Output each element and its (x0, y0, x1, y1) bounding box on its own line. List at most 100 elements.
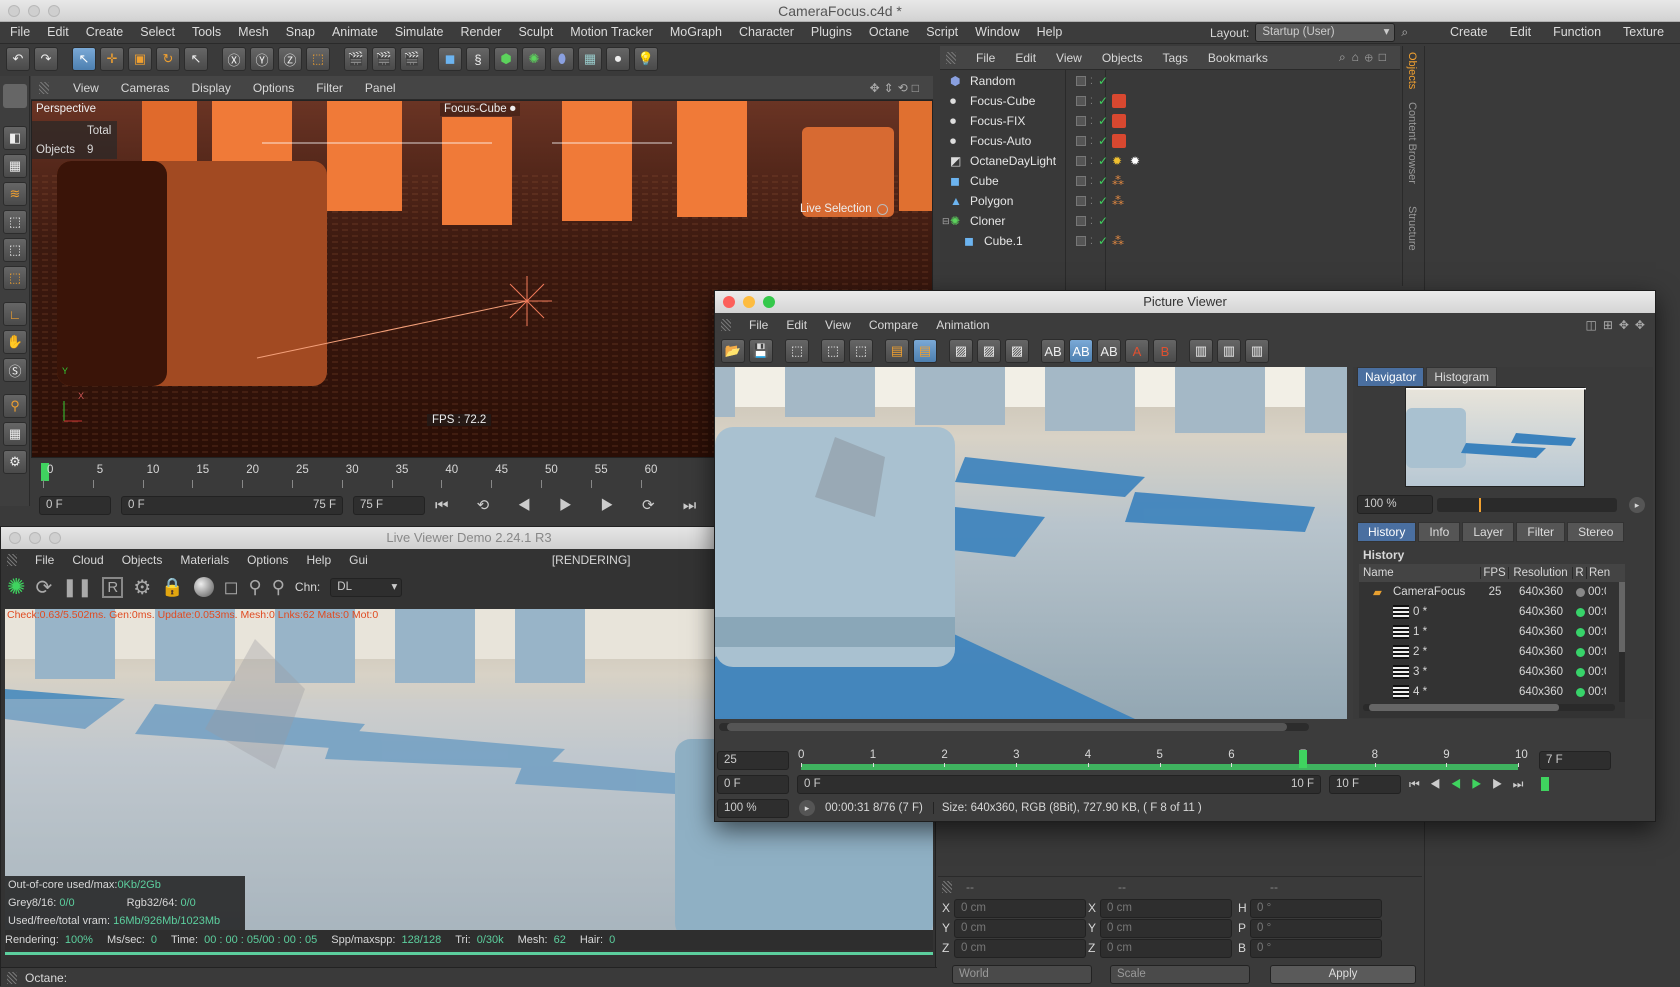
layer-icon[interactable] (1076, 96, 1086, 106)
object-row[interactable]: ◩ OctaneDayLight ⁚ ✓ ✹ ✹ (940, 151, 1370, 171)
pv-playhead[interactable] (1298, 750, 1307, 768)
workplane-icon[interactable]: ≋ (3, 182, 27, 206)
visibility-dots-icon[interactable]: ⁚ (1090, 76, 1093, 87)
om-menu-view[interactable]: View (1056, 51, 1082, 65)
coordinate-system-icon[interactable]: ⬚ (306, 47, 330, 71)
side-tab-structure[interactable]: Structure (1406, 206, 1418, 251)
visibility-dots-icon[interactable]: ⁚ (1090, 116, 1093, 127)
deformer-icon[interactable]: ⬮ (550, 47, 574, 71)
lv-menu-objects[interactable]: Objects (122, 553, 163, 567)
enabled-check-icon[interactable]: ✓ (1098, 94, 1108, 108)
menu-render[interactable]: Render (460, 25, 501, 39)
tab-layer[interactable]: Layer (1462, 522, 1515, 542)
world-dropdown[interactable]: World (952, 965, 1092, 984)
ab-off-icon[interactable]: AB (1097, 339, 1121, 363)
stereo-right-icon[interactable]: ▥ (1217, 339, 1241, 363)
coord-value-field[interactable]: 0 cm (954, 939, 1086, 958)
menu-mograph[interactable]: MoGraph (670, 25, 722, 39)
object-name[interactable]: Cube (970, 174, 999, 188)
scrollbar-thumb[interactable] (1619, 582, 1625, 652)
om-menu-objects[interactable]: Objects (1102, 51, 1143, 65)
enabled-check-icon[interactable]: ✓ (1098, 154, 1108, 168)
material-tag-icon[interactable]: ⁂ (1112, 194, 1124, 208)
tab-info[interactable]: Info (1418, 522, 1461, 542)
axis-mode-icon[interactable]: ∟ (3, 302, 27, 326)
object-row[interactable]: ◼ Cube.1 ⁚ ✓ ⁂ (940, 231, 1370, 251)
menu-octane[interactable]: Octane (869, 25, 909, 39)
visibility-dots-icon[interactable]: ⁚ (1090, 96, 1093, 107)
viewport-menu-view[interactable]: View (73, 81, 99, 95)
cube-icon[interactable]: ◼ (438, 47, 462, 71)
settings-icon[interactable]: ⚙ (3, 450, 27, 474)
pv-menu-edit[interactable]: Edit (786, 318, 807, 332)
menu-sculpt[interactable]: Sculpt (518, 25, 553, 39)
z-axis-icon[interactable]: Ⓩ (278, 47, 302, 71)
panel-grip[interactable] (7, 554, 17, 566)
zoom-button[interactable] (49, 532, 61, 544)
coord-value-field[interactable]: 0 cm (1100, 939, 1232, 958)
history-row[interactable]: 1 * 640x360 00:0 (1359, 622, 1617, 642)
coord-value-field[interactable]: 0 cm (954, 899, 1086, 918)
model-mode-icon[interactable]: ◧ (3, 126, 27, 150)
om-menu-file[interactable]: File (976, 51, 995, 65)
history-row[interactable]: 4 * 640x360 00:0 (1359, 682, 1617, 702)
points-mode-icon[interactable]: ⬚ (3, 210, 27, 234)
frame-icon[interactable]: ◻ (224, 577, 239, 598)
texture-mode-icon[interactable]: ▦ (3, 154, 27, 178)
play-icon[interactable]: ▸ (1629, 496, 1645, 513)
stereo-both-icon[interactable]: ▥ (1245, 339, 1269, 363)
layer-icon[interactable] (1076, 156, 1086, 166)
snap-icon[interactable]: ⚲ (3, 394, 27, 418)
side-tab-content-browser[interactable]: Content Browser (1406, 102, 1418, 184)
history-vscrollbar[interactable] (1619, 582, 1625, 702)
pv-menu-view[interactable]: View (825, 318, 851, 332)
panel-grip[interactable] (7, 971, 17, 984)
layer-icon[interactable] (1076, 196, 1086, 206)
menu-character[interactable]: Character (739, 25, 794, 39)
object-row[interactable]: ⬢ Random ⁚ ✓ (940, 71, 1370, 91)
polygons-mode-icon[interactable]: ⬚ (3, 266, 27, 290)
lv-menu-gui[interactable]: Gui (349, 553, 368, 567)
zoom-button[interactable] (763, 296, 775, 308)
material-menu-create[interactable]: Create (1450, 25, 1488, 39)
scrollbar-thumb[interactable] (727, 723, 1287, 731)
redo-icon[interactable]: ↷ (34, 47, 58, 71)
live-selection-icon[interactable]: ↖ (72, 47, 96, 71)
restart-icon[interactable]: ⟳ (35, 575, 52, 600)
tab-history[interactable]: History (1357, 522, 1417, 542)
menu-simulate[interactable]: Simulate (395, 25, 444, 39)
camera-tag-icon[interactable] (1112, 94, 1126, 108)
start-frame-field[interactable]: 0 F (39, 495, 111, 515)
frame-range-slider[interactable]: 0 F 75 F (121, 495, 343, 515)
ab-compare-icon[interactable]: ▨ (949, 339, 973, 363)
scrollbar-thumb[interactable] (1369, 704, 1559, 711)
panel-grip[interactable] (942, 881, 952, 893)
render-view-icon[interactable]: 🎬 (344, 47, 368, 71)
tab-filter[interactable]: Filter (1516, 522, 1566, 542)
octane-logo-icon[interactable]: ✺ (7, 574, 25, 600)
recent-tool-icon[interactable]: ↖ (184, 47, 208, 71)
camera-icon[interactable]: ⏺ (606, 47, 630, 71)
tab-stereo[interactable]: Stereo (1567, 522, 1625, 542)
floor-icon[interactable]: ▦ (578, 47, 602, 71)
rotate-icon[interactable]: ↻ (156, 47, 180, 71)
enabled-check-icon[interactable]: ✓ (1098, 114, 1108, 128)
history-row[interactable]: 3 * 640x360 00:0 (1359, 662, 1617, 682)
layer-icon[interactable] (1076, 176, 1086, 186)
open-icon[interactable]: 📂 (721, 339, 745, 363)
history-row[interactable]: 0 * 640x360 00:0 (1359, 602, 1617, 622)
pin-icon[interactable]: ⚲ (249, 577, 262, 598)
col-resolution[interactable]: Resolution (1509, 567, 1573, 579)
menu-script[interactable]: Script (926, 25, 958, 39)
close-button[interactable] (9, 532, 21, 544)
pv-menu-compare[interactable]: Compare (869, 318, 918, 332)
render-picture-viewer-icon[interactable]: 🎬 (372, 47, 396, 71)
close-button[interactable] (723, 296, 735, 308)
coord-value-field[interactable]: 0 ° (1250, 899, 1382, 918)
zoom-slider[interactable] (1437, 497, 1617, 512)
panel-grip[interactable] (39, 81, 49, 94)
set-a-icon[interactable]: A (1125, 339, 1149, 363)
om-tool-icons[interactable]: ⌕⌂⊕□ (1339, 50, 1392, 65)
menu-tools[interactable]: Tools (192, 25, 221, 39)
enabled-check-icon[interactable]: ✓ (1098, 214, 1108, 228)
